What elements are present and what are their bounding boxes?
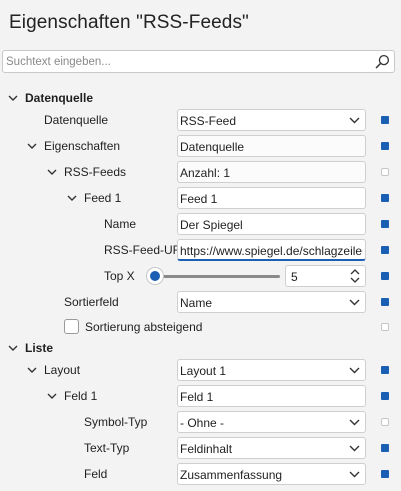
symboltyp-select[interactable]: - Ohne -: [177, 411, 366, 433]
status-indicator: [381, 272, 389, 280]
property-label: RSS-Feeds: [64, 165, 127, 179]
property-label: Symbol-Typ: [84, 415, 148, 429]
property-label: Text-Typ: [84, 441, 130, 455]
name-field[interactable]: Der Spiegel: [177, 213, 366, 235]
status-indicator: [381, 418, 389, 426]
chevron-down-icon[interactable]: [47, 167, 57, 177]
search-input[interactable]: [6, 51, 366, 72]
property-label: Name: [104, 217, 137, 231]
status-indicator: [381, 366, 389, 374]
chevron-down-icon[interactable]: [8, 343, 18, 353]
layout-select[interactable]: Layout 1: [177, 359, 366, 381]
slider-thumb[interactable]: [147, 268, 163, 284]
property-label: Feld: [84, 467, 108, 481]
search-box[interactable]: [2, 50, 395, 73]
row-texttyp: Text-Typ Feldinhalt: [0, 435, 401, 461]
status-indicator: [381, 116, 389, 124]
datenquelle-select[interactable]: RSS-Feed: [177, 109, 366, 131]
row-symboltyp: Symbol-Typ - Ohne -: [0, 409, 401, 435]
status-indicator: [381, 246, 389, 254]
property-label: Top X: [104, 269, 135, 283]
chevron-down-icon[interactable]: [67, 193, 77, 203]
status-indicator: [381, 444, 389, 452]
row-sortierfeld: Sortierfeld Name: [0, 289, 401, 315]
sortierfeld-select[interactable]: Name: [177, 291, 366, 313]
row-feed1: Feed 1 Feed 1: [0, 185, 401, 211]
section-label: Liste: [25, 341, 54, 355]
topx-slider[interactable]: [155, 275, 280, 278]
status-indicator: [381, 142, 389, 150]
status-indicator: [381, 194, 389, 202]
property-label: Feld 1: [64, 389, 98, 403]
chevron-down-icon: [349, 419, 360, 426]
status-indicator: [381, 168, 389, 176]
property-label: RSS-Feed-URL: [104, 243, 189, 257]
search-icon[interactable]: [375, 54, 390, 69]
eigenschaften-field[interactable]: Datenquelle: [177, 135, 366, 157]
rssfeeds-field[interactable]: Anzahl: 1: [177, 161, 366, 183]
property-label: Feed 1: [84, 191, 122, 205]
row-rssfeeds: RSS-Feeds Anzahl: 1: [0, 159, 401, 185]
spin-arrows-icon[interactable]: [350, 269, 360, 283]
texttyp-select[interactable]: Feldinhalt: [177, 437, 366, 459]
feld1-field[interactable]: Feld 1: [177, 385, 366, 407]
feed1-field[interactable]: Feed 1: [177, 187, 366, 209]
row-datenquelle: Datenquelle RSS-Feed: [0, 107, 401, 133]
checkbox-label[interactable]: Sortierung absteigend: [85, 320, 202, 334]
row-name: Name Der Spiegel: [0, 211, 401, 237]
chevron-down-icon: [349, 471, 360, 478]
chevron-down-icon: [349, 445, 360, 452]
property-label: Sortierfeld: [64, 295, 119, 309]
row-topx: Top X 5: [0, 263, 401, 289]
feld-select[interactable]: Zusammenfassung: [177, 463, 366, 485]
chevron-down-icon: [349, 367, 360, 374]
row-feld1: Feld 1 Feld 1: [0, 383, 401, 409]
status-indicator: [381, 470, 389, 478]
row-layout: Layout Layout 1: [0, 357, 401, 383]
chevron-down-icon: [349, 117, 360, 124]
chevron-down-icon: [349, 299, 360, 306]
status-indicator: [381, 220, 389, 228]
property-label: Datenquelle: [44, 113, 109, 127]
sort-descending-checkbox[interactable]: [64, 319, 79, 334]
section-label: Datenquelle: [25, 91, 94, 105]
chevron-down-icon[interactable]: [8, 93, 18, 103]
row-rssurl: RSS-Feed-URL https://www.spiegel.de/schl…: [0, 237, 401, 263]
property-label: Layout: [44, 363, 81, 377]
status-indicator: [381, 392, 389, 400]
panel-title: Eigenschaften "RSS-Feeds": [9, 12, 249, 33]
chevron-down-icon[interactable]: [27, 141, 37, 151]
chevron-down-icon[interactable]: [27, 365, 37, 375]
row-eigenschaften: Eigenschaften Datenquelle: [0, 133, 401, 159]
status-indicator: [381, 323, 389, 331]
property-label: Eigenschaften: [44, 139, 121, 153]
topx-number-input[interactable]: 5: [285, 265, 366, 287]
row-feld: Feld Zusammenfassung: [0, 461, 401, 487]
status-indicator: [381, 298, 389, 306]
rss-url-field[interactable]: https://www.spiegel.de/schlagzeilen/: [177, 239, 366, 261]
chevron-down-icon[interactable]: [47, 391, 57, 401]
